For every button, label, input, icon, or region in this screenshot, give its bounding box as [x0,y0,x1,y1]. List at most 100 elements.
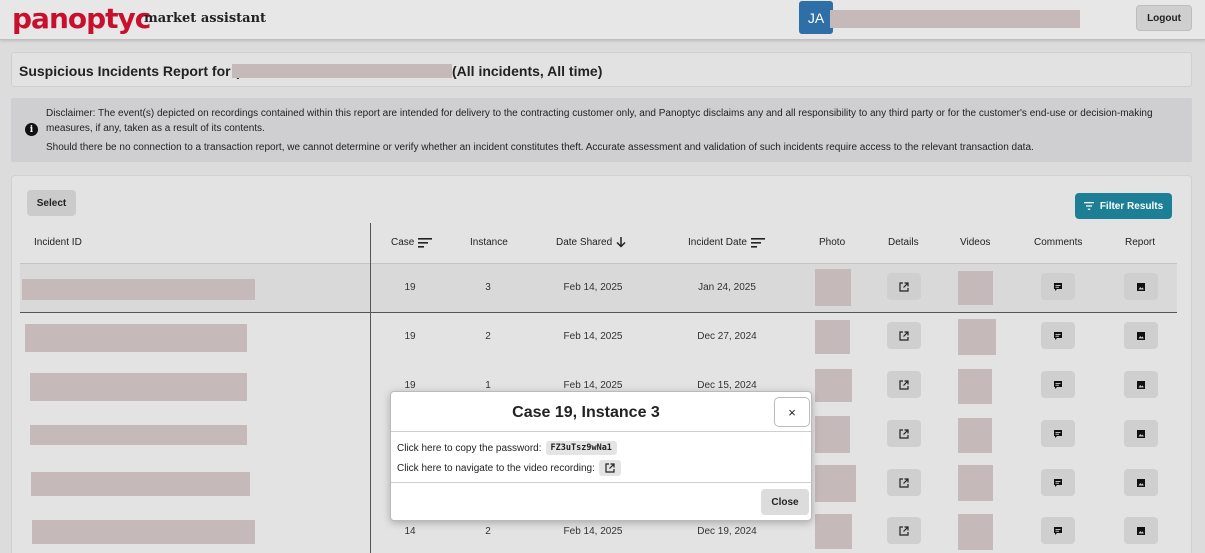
details-button[interactable] [887,273,921,300]
incident-photo[interactable] [815,416,850,453]
header-incident-id[interactable]: Incident ID [34,237,82,248]
header-instance[interactable]: Instance [470,237,508,248]
report-button[interactable] [1124,322,1158,349]
redacted-incident-id[interactable] [31,472,250,496]
image-report-icon [1137,331,1145,340]
arrow-down-icon [616,237,626,248]
comment-icon [1054,282,1062,291]
comment-icon [1054,478,1062,487]
cell-date-shared: Feb 14, 2025 [563,380,623,391]
logout-button[interactable]: Logout [1136,5,1192,31]
modal-divider [391,431,811,432]
comments-button[interactable] [1041,322,1075,349]
cell-case: 19 [404,282,416,293]
redacted-user-name [830,10,1080,28]
copy-password-line: Click here to copy the password: FZ3uTsz… [397,441,617,455]
cell-instance: 2 [485,526,491,537]
row-divider [20,312,1177,313]
report-title-bar: Suspicious Incidents Report for ( (All i… [11,52,1192,87]
open-video-button[interactable] [598,460,621,476]
report-button[interactable] [1124,420,1158,447]
cell-case: 19 [404,331,416,342]
image-report-icon [1137,429,1145,438]
comments-button[interactable] [1041,517,1075,544]
cell-instance: 3 [485,282,491,293]
navigate-video-label: Click here to navigate to the video reco… [397,462,595,474]
redacted-incident-id[interactable] [25,324,247,352]
comment-icon [1054,331,1062,340]
incident-photo[interactable] [815,369,852,402]
details-button[interactable] [887,517,921,544]
image-report-icon [1137,282,1145,291]
cell-date-shared: Feb 14, 2025 [563,526,623,537]
select-button[interactable]: Select [27,190,76,216]
modal-title: Case 19, Instance 3 [512,404,660,421]
disclaimer-banner: i Disclaimer: The event(s) depicted on r… [11,98,1192,162]
video-thumbnail[interactable] [958,271,993,305]
redacted-incident-id[interactable] [22,279,255,300]
password-chip[interactable]: FZ3uTsz9wNa1 [545,441,617,455]
cell-case: 19 [404,380,416,391]
header-photo: Photo [819,237,846,248]
avatar[interactable]: JA [799,1,833,34]
header-date-shared[interactable]: Date Shared [556,237,626,248]
disclaimer-text: Disclaimer: The event(s) depicted on rec… [46,108,1153,134]
video-thumbnail[interactable] [958,514,993,550]
video-thumbnail[interactable] [958,465,993,501]
video-thumbnail[interactable] [958,418,992,453]
details-button[interactable] [887,420,921,447]
header-videos: Videos [960,237,991,248]
cell-incident-date: Dec 27, 2024 [697,331,757,342]
cell-incident-date: Dec 15, 2024 [697,380,757,391]
report-button[interactable] [1124,469,1158,496]
redacted-incident-id[interactable] [30,425,247,445]
comments-button[interactable] [1041,469,1075,496]
sort-icon [418,237,433,248]
external-link-icon [899,477,909,488]
incident-photo[interactable] [815,514,852,549]
report-button[interactable] [1124,517,1158,544]
filter-icon [1083,202,1094,210]
cell-instance: 1 [485,380,491,391]
header-case[interactable]: Case [391,237,433,248]
details-button[interactable] [887,469,921,496]
incident-photo[interactable] [815,269,851,306]
comment-icon [1054,429,1062,438]
report-button[interactable] [1124,371,1158,398]
incident-photo[interactable] [815,465,856,502]
external-link-icon [899,379,909,390]
comments-button[interactable] [1041,420,1075,447]
report-button[interactable] [1124,273,1158,300]
details-button[interactable] [887,371,921,398]
comments-button[interactable] [1041,371,1075,398]
video-thumbnail[interactable] [958,319,996,355]
header-report: Report [1125,237,1156,248]
modal-close-button[interactable]: Close [761,489,809,515]
incident-modal: Case 19, Instance 3 × Click here to copy… [390,391,812,521]
info-icon: i [25,123,38,136]
top-bar: panoptyc market assistant JA Logout [0,0,1205,40]
logo: panoptyc [12,2,151,35]
details-button[interactable] [887,322,921,349]
cell-case: 14 [404,526,416,537]
header-comments: Comments [1034,237,1083,248]
filter-results-button[interactable]: Filter Results [1075,193,1172,219]
video-thumbnail[interactable] [958,369,992,404]
sort-icon [750,237,765,248]
image-report-icon [1137,526,1145,535]
redacted-incident-id[interactable] [32,520,255,544]
header-incident-date[interactable]: Incident Date [688,237,765,248]
copy-password-label: Click here to copy the password: [397,442,542,454]
redacted-incident-id[interactable] [30,373,247,401]
report-title-suffix: (All incidents, All time) [452,63,603,79]
incident-photo[interactable] [815,320,850,354]
report-title-prefix: Suspicious Incidents Report for ( [19,63,240,79]
cell-date-shared: Feb 14, 2025 [563,282,623,293]
column-divider [370,223,371,553]
modal-close-icon[interactable]: × [774,397,810,427]
modal-footer-divider [391,482,811,483]
cell-instance: 2 [485,331,491,342]
navigate-video-line: Click here to navigate to the video reco… [397,460,621,476]
filter-results-label: Filter Results [1099,200,1164,212]
comments-button[interactable] [1041,273,1075,300]
